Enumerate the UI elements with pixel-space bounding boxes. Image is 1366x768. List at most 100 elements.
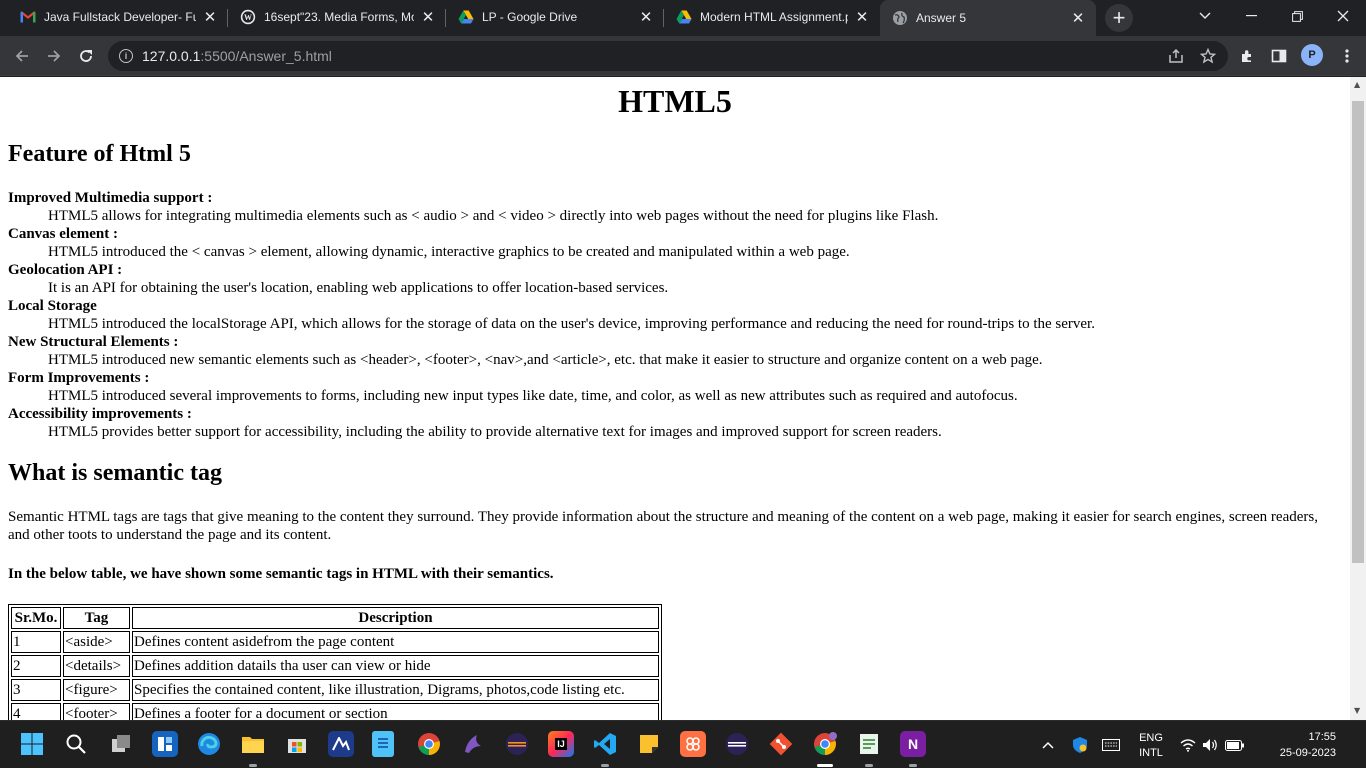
feature-term: Form Improvements : [8, 370, 150, 386]
table-row: 3 <figure> Specifies the contained conte… [11, 679, 659, 701]
tab-title: 16sept"23. Media Forms, Mo [264, 10, 414, 24]
windows-taskbar: IJ N ENG INTL 17:55 25-09-2023 [0, 720, 1366, 768]
search-icon[interactable] [63, 731, 89, 757]
notepad-icon[interactable] [372, 731, 394, 757]
store-icon[interactable] [284, 731, 310, 757]
system-clock[interactable]: 17:55 25-09-2023 [1250, 729, 1336, 761]
tab-gmail[interactable]: Java Fullstack Developer- Fu ✕ [8, 0, 228, 34]
intellij-icon[interactable]: IJ [548, 731, 574, 757]
tab-answer-5[interactable]: Answer 5 ✕ [880, 0, 1096, 36]
close-tab-icon[interactable]: ✕ [420, 9, 436, 26]
tab-title: Modern HTML Assignment.p [700, 10, 848, 24]
sticky-notes-icon[interactable] [636, 731, 662, 757]
security-shield-icon[interactable] [1068, 721, 1092, 768]
eclipse-icon[interactable] [504, 731, 530, 757]
dolphin-icon[interactable] [460, 731, 486, 757]
input-language[interactable]: ENG INTL [1133, 731, 1169, 761]
column-header: Tag [63, 607, 130, 629]
tab-wordpress[interactable]: W 16sept"23. Media Forms, Mo ✕ [228, 0, 446, 34]
table-cell: Specifies the contained content, like il… [132, 679, 659, 701]
table-cell: <details> [63, 655, 130, 677]
feature-desc: HTML5 provides better support for access… [48, 424, 942, 440]
task-view-icon[interactable] [108, 731, 134, 757]
scroll-up-icon[interactable]: ▲ [1354, 80, 1360, 89]
running-indicator [865, 764, 873, 767]
svg-text:W: W [244, 13, 252, 22]
page-title: HTML5 [618, 83, 732, 119]
feature-term: Canvas element : [8, 226, 118, 242]
battery-icon[interactable] [1224, 721, 1246, 768]
feature-desc: HTML5 introduced the localStorage API, w… [48, 316, 1095, 332]
page-content: HTML5 Feature of Html 5 Improved Multime… [0, 77, 1350, 720]
table-cell: <aside> [63, 631, 130, 653]
url-host: 127.0.0.1 [142, 48, 201, 64]
table-cell: <figure> [63, 679, 130, 701]
more-menu-icon[interactable] [1333, 42, 1361, 70]
url-path: :5500/Answer_5.html [200, 48, 332, 64]
minimize-icon[interactable] [1228, 0, 1274, 32]
google-drive-icon [458, 9, 474, 25]
site-info-icon[interactable]: i [119, 49, 133, 63]
vscode-icon[interactable] [592, 731, 618, 757]
table-cell: 2 [11, 655, 61, 677]
onenote-icon[interactable]: N [900, 731, 926, 757]
semantic-heading: What is semantic tag [8, 460, 222, 486]
notepad-plus-icon[interactable] [856, 731, 882, 757]
close-tab-icon[interactable]: ✕ [638, 9, 654, 26]
keyboard-layout: INTL [1139, 747, 1163, 759]
restore-icon[interactable] [1274, 0, 1320, 32]
file-explorer-icon[interactable] [240, 731, 266, 757]
table-header-row: Sr.Mo. Tag Description [11, 607, 659, 629]
column-header: Sr.Mo. [11, 607, 61, 629]
show-hidden-icons-icon[interactable] [1038, 721, 1058, 768]
close-window-icon[interactable] [1320, 0, 1366, 32]
tab-google-drive[interactable]: LP - Google Drive ✕ [446, 0, 664, 34]
close-tab-icon[interactable]: ✕ [1070, 10, 1086, 27]
globe-icon [892, 10, 908, 26]
wifi-icon[interactable] [1178, 721, 1198, 768]
volume-icon[interactable] [1200, 721, 1220, 768]
page-scrollbar[interactable]: ▲ ▼ [1350, 77, 1366, 720]
address-bar[interactable]: i 127.0.0.1:5500/Answer_5.html [108, 41, 1228, 71]
feature-term: New Structural Elements : [8, 334, 179, 350]
feature-desc: HTML5 introduced new semantic elements s… [48, 352, 1043, 368]
tab-search-icon[interactable] [1182, 0, 1228, 32]
side-panel-icon[interactable] [1265, 42, 1293, 70]
table-row: 1 <aside> Defines content asidefrom the … [11, 631, 659, 653]
reload-icon[interactable] [72, 42, 100, 70]
back-icon[interactable] [8, 42, 36, 70]
chrome-icon[interactable] [416, 731, 442, 757]
table-cell: 3 [11, 679, 61, 701]
feature-desc: HTML5 allows for integrating multimedia … [48, 208, 939, 224]
profile-avatar[interactable]: P [1301, 44, 1323, 66]
table-row: 2 <details> Defines addition datails tha… [11, 655, 659, 677]
table-cell: 1 [11, 631, 61, 653]
table-cell: Defines a footer for a document or secti… [132, 703, 659, 720]
edge-icon[interactable] [196, 731, 222, 757]
start-icon[interactable] [19, 731, 45, 757]
close-tab-icon[interactable]: ✕ [854, 9, 870, 26]
chrome-profile-icon[interactable] [812, 731, 838, 757]
extensions-icon[interactable] [1233, 42, 1261, 70]
app-launcher-icon[interactable] [680, 731, 706, 757]
new-tab-button[interactable]: + [1105, 4, 1133, 32]
widgets-icon[interactable] [152, 731, 178, 757]
table-cell: 4 [11, 703, 61, 720]
eclipse-alt-icon[interactable] [724, 731, 750, 757]
keyboard-icon[interactable] [1099, 721, 1123, 768]
forward-icon[interactable] [40, 42, 68, 70]
wordpress-icon: W [240, 9, 256, 25]
git-icon[interactable] [768, 731, 794, 757]
scrollbar-thumb[interactable] [1352, 101, 1364, 563]
close-tab-icon[interactable]: ✕ [202, 9, 218, 26]
table-cell: <footer> [63, 703, 130, 720]
running-indicator [249, 764, 257, 767]
tab-modern-html-assignment[interactable]: Modern HTML Assignment.p ✕ [664, 0, 880, 34]
table-row: 4 <footer> Defines a footer for a docume… [11, 703, 659, 720]
scroll-down-icon[interactable]: ▼ [1354, 706, 1360, 715]
table-intro: In the below table, we have shown some s… [8, 566, 554, 582]
vscode-insiders-icon[interactable] [328, 731, 354, 757]
bookmark-star-icon[interactable] [1194, 41, 1222, 71]
google-drive-icon [676, 9, 692, 25]
share-icon[interactable] [1162, 41, 1190, 71]
